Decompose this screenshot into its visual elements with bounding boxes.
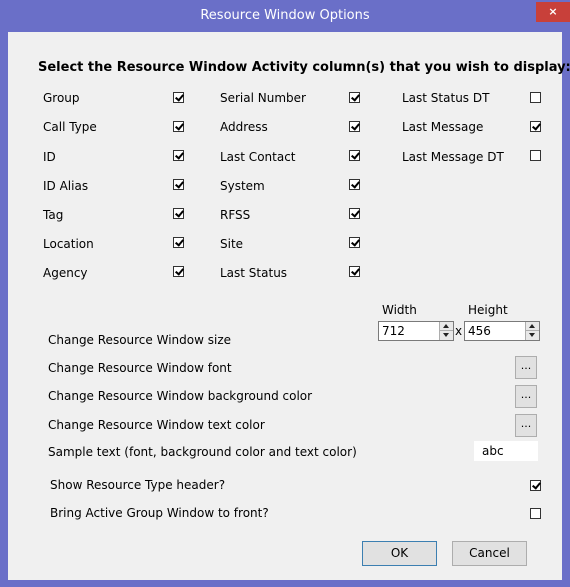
- col-label-serial-number: Serial Number: [220, 91, 306, 105]
- col-label-agency: Agency: [43, 266, 88, 280]
- cancel-button[interactable]: Cancel: [452, 541, 527, 566]
- show-header-label: Show Resource Type header?: [50, 478, 226, 492]
- dialog-body: Select the Resource Window Activity colu…: [8, 32, 570, 580]
- height-down-arrow-icon[interactable]: [526, 331, 539, 340]
- col-label-id-alias: ID Alias: [43, 179, 89, 193]
- height-spin-buttons: [525, 322, 539, 340]
- background-color-button[interactable]: ...: [515, 385, 537, 408]
- font-label: Change Resource Window font: [48, 361, 232, 375]
- checkbox-rfss[interactable]: [349, 208, 360, 219]
- close-button[interactable]: ×: [536, 2, 570, 22]
- height-up-arrow-icon[interactable]: [526, 322, 539, 331]
- background-color-label: Change Resource Window background color: [48, 389, 313, 403]
- checkbox-id-alias[interactable]: [173, 179, 184, 190]
- font-picker-button[interactable]: ...: [515, 356, 537, 379]
- height-label: Height: [468, 303, 508, 317]
- col-label-rfss: RFSS: [220, 208, 251, 222]
- col-label-group: Group: [43, 91, 80, 105]
- checkbox-agency[interactable]: [173, 266, 184, 277]
- col-label-site: Site: [220, 237, 244, 251]
- col-label-last-message-dt: Last Message DT: [402, 150, 504, 164]
- columns-heading: Select the Resource Window Activity colu…: [38, 60, 570, 75]
- checkbox-last-message[interactable]: [530, 121, 541, 132]
- checkbox-show-header[interactable]: [530, 480, 541, 491]
- size-separator: x: [455, 324, 463, 338]
- checkbox-location[interactable]: [173, 237, 184, 248]
- col-label-last-status: Last Status: [220, 266, 288, 280]
- title-bar[interactable]: Resource Window Options ×: [0, 0, 570, 32]
- width-stepper[interactable]: 712: [378, 321, 454, 341]
- ok-button[interactable]: OK: [362, 541, 437, 566]
- width-down-arrow-icon[interactable]: [440, 331, 453, 340]
- bring-front-label: Bring Active Group Window to front?: [50, 506, 269, 520]
- checkbox-site[interactable]: [349, 237, 360, 248]
- width-up-arrow-icon[interactable]: [440, 322, 453, 331]
- dialog-window: Resource Window Options × Select the Res…: [0, 0, 570, 587]
- sample-text-box: abc: [474, 441, 538, 461]
- checkbox-address[interactable]: [349, 121, 360, 132]
- col-label-call-type: Call Type: [43, 120, 97, 134]
- checkbox-last-message-dt[interactable]: [530, 150, 541, 161]
- window-title: Resource Window Options: [200, 8, 370, 23]
- height-stepper[interactable]: 456: [464, 321, 540, 341]
- col-label-tag: Tag: [43, 208, 64, 222]
- checkbox-last-status-dt[interactable]: [530, 92, 541, 103]
- checkbox-last-status[interactable]: [349, 266, 360, 277]
- height-value: 456: [468, 324, 491, 338]
- window-size-label: Change Resource Window size: [48, 333, 231, 347]
- col-label-last-status-dt: Last Status DT: [402, 91, 490, 105]
- text-color-label: Change Resource Window text color: [48, 418, 265, 432]
- checkbox-call-type[interactable]: [173, 121, 184, 132]
- text-color-button[interactable]: ...: [515, 414, 537, 437]
- checkbox-last-contact[interactable]: [349, 150, 360, 161]
- checkbox-system[interactable]: [349, 179, 360, 190]
- col-label-system: System: [220, 179, 265, 193]
- width-spin-buttons: [439, 322, 453, 340]
- col-label-id: ID: [43, 150, 56, 164]
- checkbox-group[interactable]: [173, 92, 184, 103]
- checkbox-bring-front[interactable]: [530, 508, 541, 519]
- col-label-location: Location: [43, 237, 94, 251]
- checkbox-tag[interactable]: [173, 208, 184, 219]
- width-value: 712: [382, 324, 405, 338]
- col-label-address: Address: [220, 120, 268, 134]
- width-label: Width: [382, 303, 417, 317]
- sample-text-label: Sample text (font, background color and …: [48, 445, 357, 459]
- col-label-last-message: Last Message: [402, 120, 484, 134]
- checkbox-id[interactable]: [173, 150, 184, 161]
- col-label-last-contact: Last Contact: [220, 150, 296, 164]
- checkbox-serial-number[interactable]: [349, 92, 360, 103]
